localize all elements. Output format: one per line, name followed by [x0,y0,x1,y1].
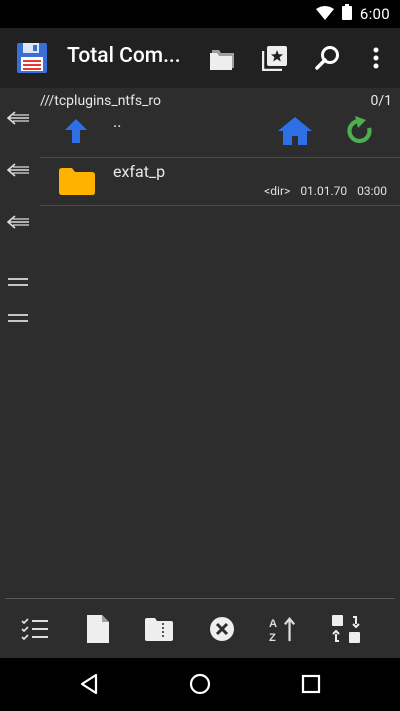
status-icons: 6:00 [315,4,390,24]
archive-folder-icon[interactable] [145,615,173,643]
left-rail [0,88,36,598]
path-row: ///tcplugins_ntfs_ro 0/1 [40,91,392,111]
file-time: 03:00 [357,184,387,198]
file-list-item[interactable]: exfat_p <dir> 01.01.70 03:00 [40,158,400,205]
home-icon[interactable] [277,116,313,150]
row-divider [40,205,400,206]
floppy-disk-icon[interactable] [16,42,48,74]
equals-icon[interactable] [6,306,30,330]
up-directory-row[interactable]: .. [40,112,400,158]
app-title: Total Com... [67,44,181,68]
file-meta: <dir> 01.01.70 03:00 [264,184,387,198]
more-vert-icon[interactable] [360,42,392,74]
folder-icon [59,168,95,199]
swap-panels-icon[interactable] [332,615,360,643]
star-bookmark-icon[interactable] [259,42,291,74]
file-type: <dir> [264,184,291,198]
selection-count: 0/1 [370,93,392,109]
arrow-left-icon[interactable] [6,210,30,234]
svg-text:Z: Z [269,632,276,643]
arrow-left-icon[interactable] [6,106,30,130]
battery-icon [341,4,352,24]
back-icon[interactable] [77,672,101,696]
select-list-icon[interactable] [21,615,49,643]
folders-icon[interactable] [206,42,238,74]
wifi-icon [315,5,334,24]
up-directory-label: .. [113,112,122,131]
status-time: 6:00 [359,5,390,23]
delete-icon[interactable] [208,615,236,643]
file-name: exfat_p [113,162,166,181]
file-panel: ///tcplugins_ntfs_ro 0/1 .. exfat_p <dir… [40,88,400,598]
refresh-icon[interactable] [346,116,376,150]
navigation-bar [0,658,400,711]
file-date: 01.01.70 [300,184,348,198]
recents-icon[interactable] [299,672,323,696]
equals-icon[interactable] [6,270,30,294]
search-icon[interactable] [312,42,344,74]
bottom-toolbar: A Z [0,599,400,658]
home-nav-icon[interactable] [188,672,212,696]
svg-text:A: A [269,618,277,630]
up-arrow-icon [64,118,90,148]
sort-icon[interactable]: A Z [269,615,297,643]
status-bar: 6:00 [0,0,400,28]
current-path: ///tcplugins_ntfs_ro [40,93,162,109]
app-bar: Total Com... [0,28,400,88]
arrow-left-icon[interactable] [6,158,30,182]
new-file-icon[interactable] [84,615,112,643]
